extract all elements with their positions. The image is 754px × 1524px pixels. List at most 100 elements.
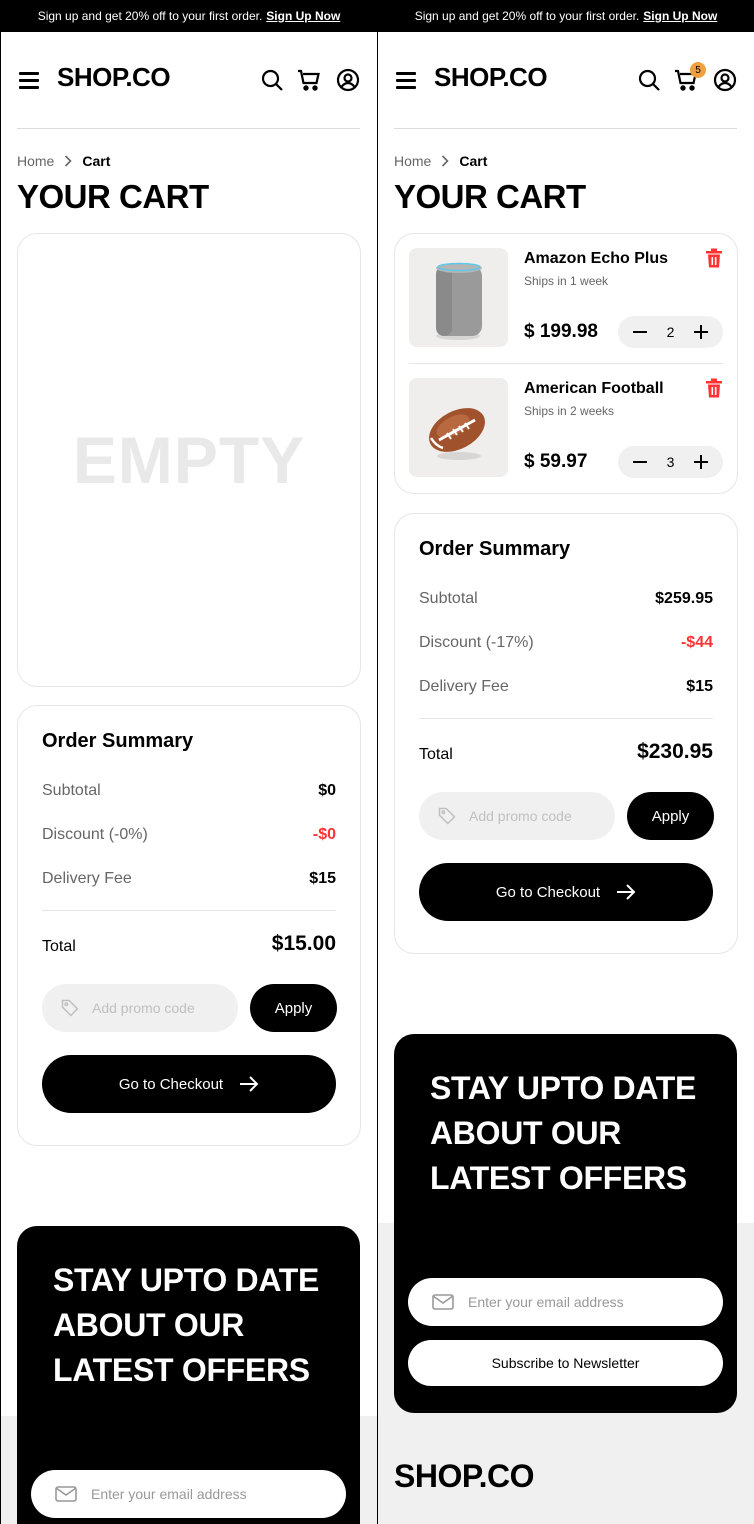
empty-cart-text: EMPTY [72,423,306,497]
newsletter-title: STAY UPTO DATE ABOUT OUR LATEST OFFERS [53,1262,320,1388]
promo-code-input[interactable]: Add promo code [42,984,238,1032]
cart-item: Amazon Echo Plus Ships in 1 week $ 199.9… [409,248,723,348]
promo-placeholder: Add promo code [469,808,572,824]
subtotal-value: $259.95 [655,590,713,607]
discount-label: Discount (-0%) [42,826,148,843]
order-summary-title: Order Summary [42,730,194,752]
delivery-value: $15 [686,678,713,695]
cart-items-card: Amazon Echo Plus Ships in 1 week $ 199.9… [394,233,738,494]
cart-page-empty: Sign up and get 20% off to your first or… [1,0,377,1524]
checkout-button[interactable]: Go to Checkout [419,863,713,921]
sign-up-link[interactable]: Sign Up Now [266,9,340,23]
sign-up-link[interactable]: Sign Up Now [643,9,717,23]
summary-divider [42,910,336,911]
quantity-value: 3 [666,454,675,470]
header-divider [394,128,737,129]
newsletter-title: STAY UPTO DATE ABOUT OUR LATEST OFFERS [430,1070,697,1196]
mail-icon [432,1294,454,1310]
site-header: SHOP.CO [1,32,377,129]
header-divider [17,128,360,129]
tag-icon [438,807,456,825]
football-image [429,408,485,460]
email-placeholder: Enter your email address [91,1486,247,1502]
newsletter-section: STAY UPTO DATE ABOUT OUR LATEST OFFERS E… [394,1034,737,1413]
total-row: Total $15.00 [42,932,336,956]
checkout-label: Go to Checkout [495,883,601,901]
quantity-stepper: 3 [618,446,723,478]
breadcrumb: Home Cart [394,153,487,169]
promo-text: Sign up and get 20% off to your first or… [37,9,263,23]
logo[interactable]: SHOP.CO [57,62,171,93]
minus-icon[interactable] [632,324,648,340]
account-icon[interactable] [336,68,360,92]
item-shipping: Ships in 2 weeks [524,404,615,418]
plus-icon[interactable] [693,324,709,340]
plus-icon[interactable] [693,454,709,470]
cart-button[interactable]: 5 [674,62,706,92]
checkout-button[interactable]: Go to Checkout [42,1055,336,1113]
order-summary-title: Order Summary [419,538,571,560]
subscribe-button[interactable]: Subscribe to Newsletter [408,1340,723,1386]
chevron-right-icon [442,155,449,167]
account-icon[interactable] [713,68,737,92]
breadcrumb-home[interactable]: Home [17,153,54,169]
product-image-echo[interactable] [409,248,508,347]
breadcrumb-current: Cart [459,153,488,169]
empty-cart-card: EMPTY [17,233,361,687]
search-icon[interactable] [637,68,661,92]
quantity-value: 2 [666,324,675,340]
cart-icon[interactable] [297,68,321,92]
promo-code-input[interactable]: Add promo code [419,792,615,840]
delivery-row: Delivery Fee $15 [42,870,336,888]
cart-page-filled: Sign up and get 20% off to your first or… [378,0,754,1524]
subtotal-label: Subtotal [419,590,478,607]
discount-value: -$0 [312,826,336,843]
item-name[interactable]: American Football [524,380,664,398]
discount-row: Discount (-17%) -$44 [419,634,713,652]
total-value: $230.95 [637,740,713,763]
chevron-right-icon [65,155,72,167]
footer-logo[interactable]: SHOP.CO [394,1458,534,1495]
page-title: YOUR CART [17,178,209,215]
apply-button[interactable]: Apply [627,792,714,840]
arrow-right-icon [240,1076,259,1092]
arrow-right-icon [617,884,636,900]
product-image-football[interactable] [409,378,508,477]
logo[interactable]: SHOP.CO [434,62,548,93]
tag-icon [61,999,79,1017]
email-placeholder: Enter your email address [468,1294,624,1310]
trash-icon[interactable] [705,378,723,398]
total-value: $15.00 [271,932,336,955]
delivery-label: Delivery Fee [419,678,509,695]
total-row: Total $230.95 [419,740,713,764]
discount-label: Discount (-17%) [419,634,534,651]
breadcrumb-current: Cart [82,153,111,169]
trash-icon[interactable] [705,248,723,268]
email-input[interactable]: Enter your email address [408,1278,723,1326]
total-label: Total [419,746,453,763]
echo-speaker-image [436,262,482,340]
item-name[interactable]: Amazon Echo Plus [524,250,668,268]
item-divider [409,363,723,364]
summary-divider [419,718,713,719]
delivery-row: Delivery Fee $15 [419,678,713,696]
promo-bar: Sign up and get 20% off to your first or… [1,0,377,32]
site-header: SHOP.CO 5 [378,32,754,129]
promo-bar: Sign up and get 20% off to your first or… [378,0,754,32]
minus-icon[interactable] [632,454,648,470]
email-input[interactable]: Enter your email address [31,1470,346,1518]
subtotal-label: Subtotal [42,782,101,799]
apply-button[interactable]: Apply [250,984,337,1032]
promo-text: Sign up and get 20% off to your first or… [414,9,640,23]
cart-item: American Football Ships in 2 weeks $ 59.… [409,378,723,478]
newsletter-section: STAY UPTO DATE ABOUT OUR LATEST OFFERS E… [17,1226,360,1524]
hamburger-menu-icon[interactable] [396,72,416,89]
item-price: $ 199.98 [524,321,598,342]
breadcrumb: Home Cart [17,153,110,169]
breadcrumb-home[interactable]: Home [394,153,431,169]
search-icon[interactable] [260,68,284,92]
item-price: $ 59.97 [524,451,588,472]
hamburger-menu-icon[interactable] [19,72,39,89]
order-summary-card: Order Summary Subtotal $259.95 Discount … [394,513,738,954]
subtotal-value: $0 [318,782,336,799]
